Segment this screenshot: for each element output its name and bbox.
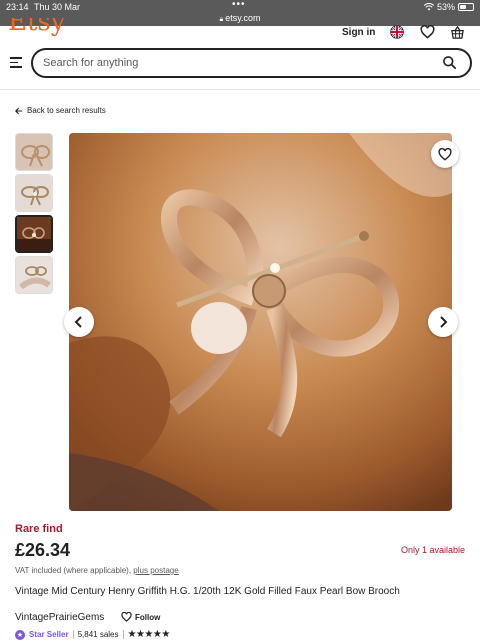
product-image[interactable] <box>69 133 452 511</box>
battery-icon <box>458 3 474 11</box>
search-icon[interactable] <box>442 55 457 75</box>
thumbnail-1[interactable] <box>15 133 53 171</box>
favorite-button[interactable] <box>431 140 459 168</box>
availability-text: Only 1 available <box>400 545 465 555</box>
rare-find-badge: Rare find <box>15 523 63 535</box>
vat-text: VAT included (where applicable), <box>15 566 132 575</box>
lock-icon: 🔒︎ <box>219 16 224 23</box>
uk-flag-icon[interactable] <box>389 24 405 40</box>
heart-icon[interactable] <box>419 24 435 40</box>
rating-stars[interactable]: ★★★★★ <box>128 629 171 640</box>
basket-icon[interactable] <box>449 24 465 40</box>
battery-percent: 53% <box>436 2 455 12</box>
seller-info: ★ Star Seller 5,841 sales ★★★★★ <box>15 629 170 640</box>
product-title: Vintage Mid Century Henry Griffith H.G. … <box>15 586 400 597</box>
next-image-button[interactable] <box>428 307 458 337</box>
separator <box>72 630 74 639</box>
vat-info: VAT included (where applicable), plus po… <box>15 566 179 575</box>
back-arrow-icon <box>15 107 23 114</box>
address-url: etsy.com <box>225 13 261 23</box>
sign-in-link[interactable]: Sign in <box>342 27 375 38</box>
more-dots-icon[interactable]: ••• <box>232 0 246 10</box>
wifi-icon <box>423 3 434 11</box>
thumbnail-strip <box>15 133 53 297</box>
follow-button[interactable]: Follow <box>121 612 160 622</box>
etsy-logo[interactable]: Etsy <box>8 18 65 36</box>
shop-name-link[interactable]: VintagePrairieGems <box>15 612 104 623</box>
back-to-search-link[interactable]: Back to search results <box>15 106 106 115</box>
previous-image-button[interactable] <box>64 307 94 337</box>
status-bar: 23:14 Thu 30 Mar ••• 🔒︎ etsy.com 53% <box>0 0 480 26</box>
thumbnail-3-selected[interactable] <box>15 215 53 253</box>
logo-text: Etsy <box>8 18 66 36</box>
sales-count: 5,841 sales <box>77 630 119 639</box>
search-bar[interactable] <box>31 48 472 78</box>
back-label: Back to search results <box>27 106 106 115</box>
address-bar[interactable]: 🔒︎ etsy.com <box>0 13 480 24</box>
heart-outline-icon <box>438 147 452 161</box>
price: £26.34 <box>15 540 71 560</box>
thumbnail-2[interactable] <box>15 174 53 212</box>
star-seller-icon: ★ <box>15 629 25 640</box>
status-time: 23:14 <box>6 2 29 12</box>
heart-icon <box>121 612 132 622</box>
header-divider <box>0 89 480 90</box>
separator <box>122 630 124 639</box>
status-date: Thu 30 Mar <box>34 2 81 12</box>
battery-fill <box>460 5 467 9</box>
status-indicators: 53% <box>423 2 474 12</box>
star-seller-label[interactable]: Star Seller <box>29 630 69 639</box>
follow-label: Follow <box>135 612 161 622</box>
hamburger-menu-icon[interactable] <box>10 57 22 69</box>
chevron-right-icon <box>440 316 448 328</box>
chevron-left-icon <box>74 316 82 328</box>
search-input[interactable] <box>43 54 423 72</box>
thumbnail-4[interactable] <box>15 256 53 294</box>
postage-link[interactable]: plus postage <box>133 566 178 575</box>
